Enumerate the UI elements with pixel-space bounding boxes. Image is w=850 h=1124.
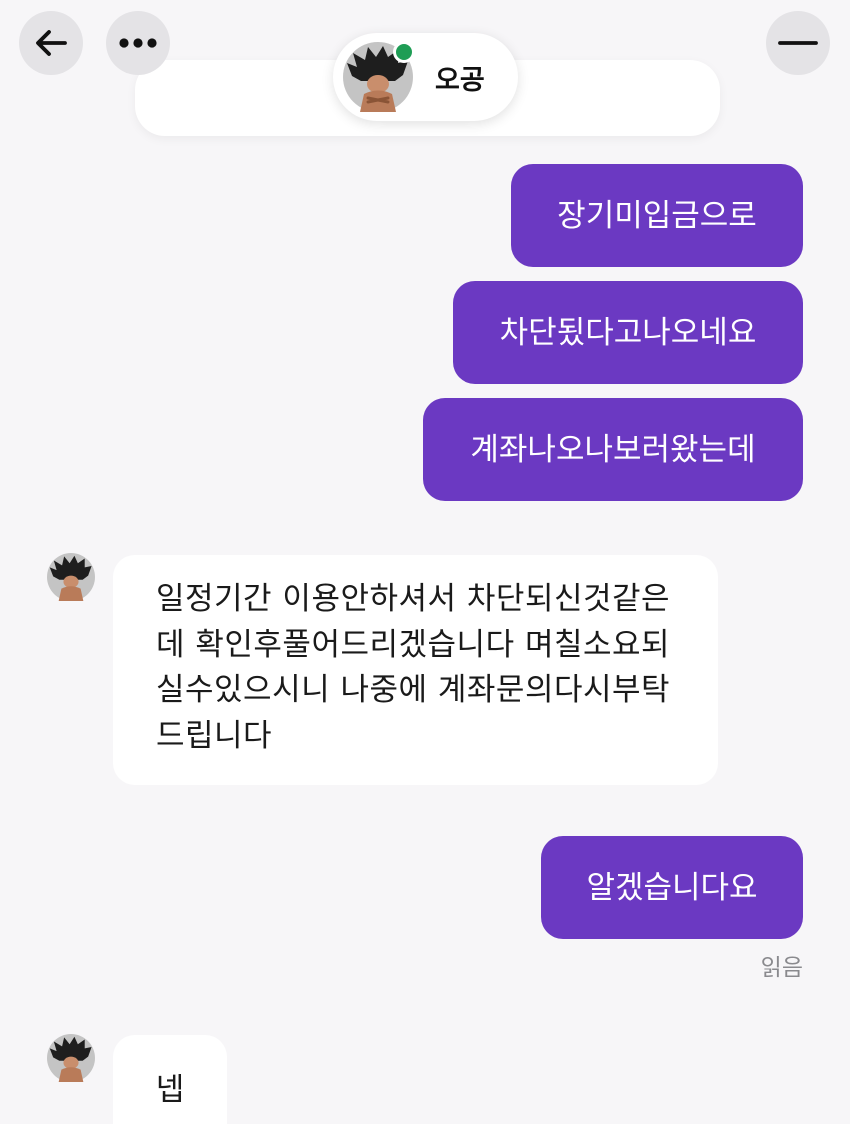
back-button[interactable] xyxy=(19,11,83,75)
arrow-left-icon xyxy=(36,30,67,56)
chat-screen: 오공 장기미입금으로 차단됬다고나오네요 계좌나오나보러왔는데 일정기간 이용안… xyxy=(0,0,850,1124)
minimize-button[interactable] xyxy=(766,11,830,75)
message-bubble-sent[interactable]: 계좌나오나보러왔는데 xyxy=(423,398,803,501)
message-line: 드립니다 xyxy=(156,717,273,754)
more-options-button[interactable] xyxy=(106,11,170,75)
read-receipt: 읽음 xyxy=(760,955,803,981)
minimize-icon xyxy=(778,41,818,45)
more-horizontal-icon xyxy=(119,38,157,48)
contact-header-pill[interactable]: 오공 xyxy=(333,33,518,121)
sender-avatar[interactable] xyxy=(47,1034,95,1082)
message-bubble-sent[interactable]: 차단됬다고나오네요 xyxy=(453,281,803,384)
message-bubble-received[interactable]: 일정기간 이용안하셔서 차단되신것같은 데 확인후풀어드리겠습니다 며칠소요되 … xyxy=(113,555,718,785)
online-status-dot xyxy=(393,41,415,63)
contact-avatar xyxy=(343,41,415,112)
contact-name: 오공 xyxy=(435,64,485,96)
message-bubble-received[interactable]: 넵 xyxy=(113,1035,227,1124)
sender-avatar[interactable] xyxy=(47,553,95,601)
message-bubble-sent[interactable]: 알겠습니다요 xyxy=(541,836,803,939)
message-line: 실수있으시니 나중에 계좌문의다시부탁 xyxy=(156,672,671,708)
message-line: 데 확인후풀어드리겠습니다 며칠소요되 xyxy=(156,626,671,663)
message-bubble-sent[interactable]: 장기미입금으로 xyxy=(511,164,803,267)
message-line: 일정기간 이용안하셔서 차단되신것같은 xyxy=(156,581,671,617)
